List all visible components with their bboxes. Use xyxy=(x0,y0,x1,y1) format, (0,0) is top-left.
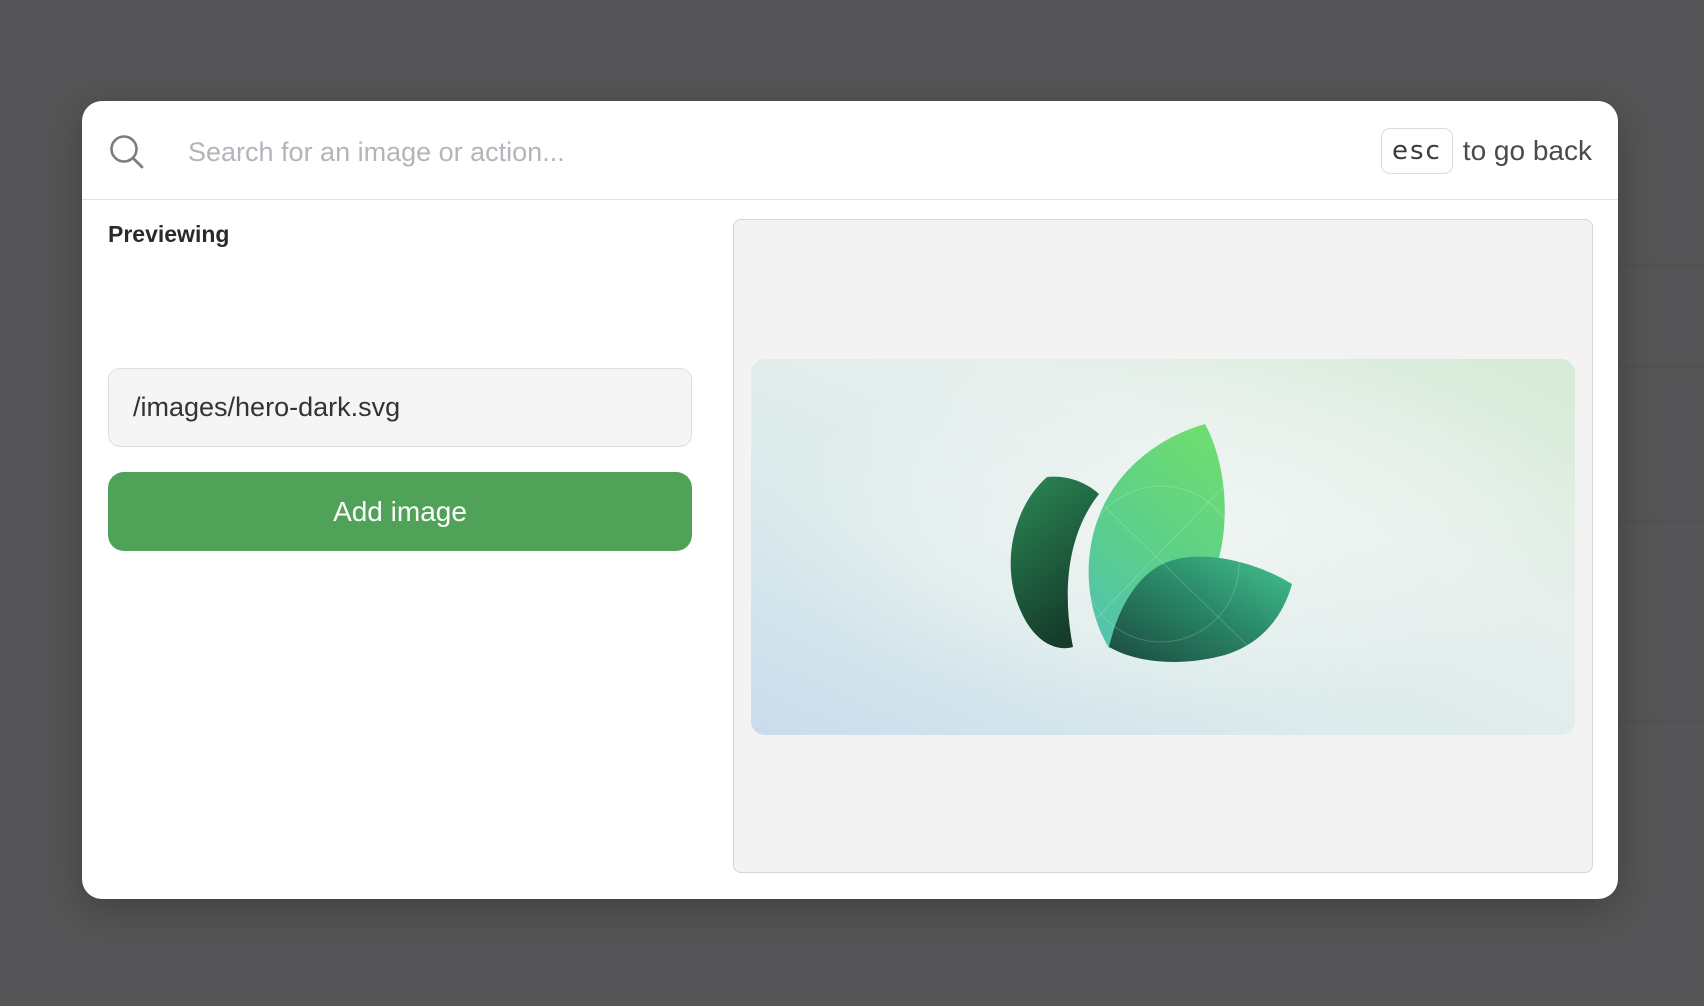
search-input[interactable] xyxy=(186,127,1190,177)
background-divider xyxy=(1620,520,1704,521)
esc-hint-text: to go back xyxy=(1462,135,1592,166)
image-picker-dialog: esc to go back Previewing Add image xyxy=(82,101,1618,899)
previewing-label: Previewing xyxy=(108,221,230,247)
search-icon xyxy=(108,133,146,171)
esc-hint: esc to go back xyxy=(1380,127,1592,175)
esc-key[interactable]: esc xyxy=(1380,128,1453,174)
add-image-button[interactable]: Add image xyxy=(108,472,692,551)
image-path-field[interactable] xyxy=(108,368,692,447)
background-divider xyxy=(1620,720,1704,721)
leaf-logo-icon xyxy=(751,359,1575,735)
preview-image xyxy=(751,359,1575,735)
background-divider xyxy=(1620,265,1704,266)
search-bar: esc to go back xyxy=(82,101,1618,200)
image-preview-panel xyxy=(733,219,1593,873)
background-divider xyxy=(1620,365,1704,366)
